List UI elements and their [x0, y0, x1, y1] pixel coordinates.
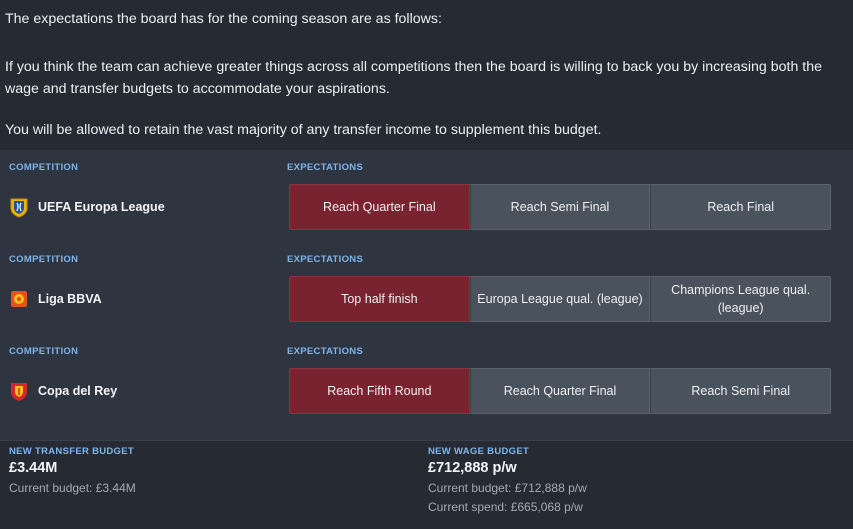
wage-current-budget: Current budget: £712,888 p/w [428, 481, 587, 495]
expectation-option-reach-final[interactable]: Reach Final [650, 184, 832, 230]
intro-line-3: You will be allowed to retain the vast m… [5, 122, 602, 138]
wage-current-spend: Current spend: £665,068 p/w [428, 500, 583, 514]
europa-league-logo-icon [9, 196, 29, 218]
expectations-header: EXPECTATIONS [287, 254, 364, 265]
expectation-option-europa-league-qual[interactable]: Europa League qual. (league) [469, 276, 651, 322]
expectation-option-reach-quarter-final[interactable]: Reach Quarter Final [289, 184, 470, 230]
expectation-options-copa-del-rey: Reach Fifth Round Reach Quarter Final Re… [289, 368, 832, 414]
budget-summary: NEW TRANSFER BUDGET £3.44M Current budge… [0, 440, 853, 529]
competition-name: UEFA Europa League [38, 200, 165, 214]
expectation-options-liga-bbva: Top half finish Europa League qual. (lea… [289, 276, 832, 322]
wage-budget-label: NEW WAGE BUDGET [428, 446, 530, 457]
intro-line-1: The expectations the board has for the c… [5, 11, 442, 27]
expectation-option-top-half-finish[interactable]: Top half finish [289, 276, 470, 322]
expectations-header: EXPECTATIONS [287, 162, 364, 173]
expectation-option-reach-quarter-final[interactable]: Reach Quarter Final [469, 368, 651, 414]
competition-name: Liga BBVA [38, 292, 102, 306]
expectation-option-reach-semi-final[interactable]: Reach Semi Final [650, 368, 832, 414]
intro-line-2: If you think the team can achieve greate… [5, 59, 823, 97]
expectation-option-reach-semi-final[interactable]: Reach Semi Final [469, 184, 651, 230]
liga-bbva-logo-icon [9, 288, 29, 310]
expectations-header: EXPECTATIONS [287, 346, 364, 357]
expectation-options-europa-league: Reach Quarter Final Reach Semi Final Rea… [289, 184, 832, 230]
competition-row-liga-bbva: Liga BBVA [9, 288, 102, 310]
competition-row-europa-league: UEFA Europa League [9, 196, 165, 218]
competition-row-copa-del-rey: Copa del Rey [9, 380, 117, 402]
competition-header: COMPETITION [9, 346, 79, 357]
wage-budget-value: £712,888 p/w [428, 460, 517, 476]
copa-del-rey-logo-icon [9, 380, 29, 402]
transfer-budget-value: £3.44M [9, 460, 58, 476]
transfer-current-budget: Current budget: £3.44M [9, 481, 136, 495]
transfer-budget-label: NEW TRANSFER BUDGET [9, 446, 134, 457]
expectation-option-champions-league-qual[interactable]: Champions League qual. (league) [650, 276, 832, 322]
competition-header: COMPETITION [9, 254, 79, 265]
competition-header: COMPETITION [9, 162, 79, 173]
competition-name: Copa del Rey [38, 384, 118, 398]
expectation-option-reach-fifth-round[interactable]: Reach Fifth Round [289, 368, 470, 414]
